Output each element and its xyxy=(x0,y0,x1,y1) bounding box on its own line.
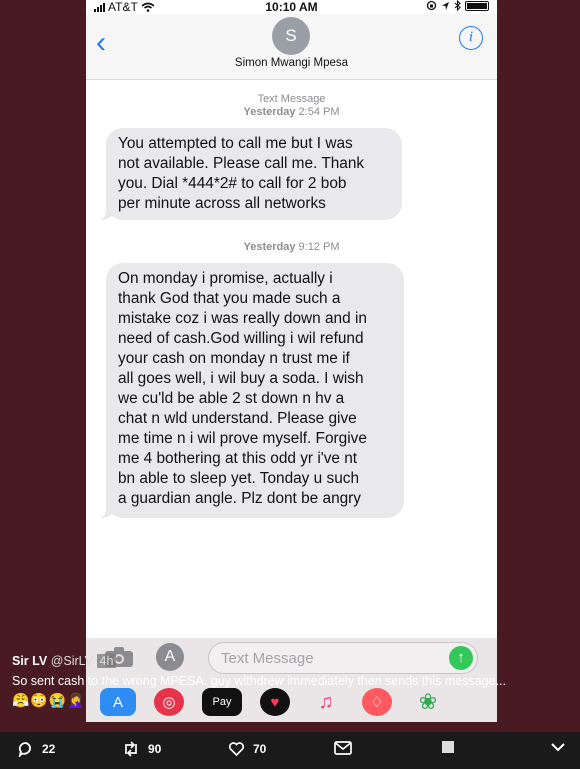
envelope-icon xyxy=(334,741,352,755)
reply-button[interactable]: 22 xyxy=(18,741,55,757)
chevron-down-icon xyxy=(551,743,565,752)
message-text: On monday i promise, actually i thank Go… xyxy=(118,270,367,507)
timestamp-second: Yesterday 9:12 PM xyxy=(243,241,340,253)
send-button[interactable]: ↑ xyxy=(449,646,473,670)
app-store-app-icon[interactable]: A xyxy=(100,688,136,716)
pinwheel-icon[interactable]: ❀ xyxy=(410,688,446,716)
location-icon xyxy=(442,1,449,10)
message-bubble[interactable]: On monday i promise, actually i thank Go… xyxy=(96,263,404,519)
contact-avatar[interactable]: S xyxy=(272,17,310,55)
contact-name[interactable]: Simon Mwangi Mpesa xyxy=(86,57,497,69)
status-bar: AT&T 10:10 AM xyxy=(86,0,497,14)
retweet-icon xyxy=(125,741,137,757)
retweet-button[interactable]: 90 xyxy=(122,741,161,757)
app-store-icon[interactable]: A xyxy=(156,643,184,671)
square-icon xyxy=(442,741,454,753)
tweet-author-name[interactable]: Sir LV xyxy=(12,654,47,668)
heart-icon xyxy=(228,742,245,757)
message-input-placeholder: Text Message xyxy=(221,650,314,667)
tweet-action-bar: 22 90 70 xyxy=(0,732,580,769)
digital-touch-icon[interactable]: ♥ xyxy=(260,688,290,716)
back-chevron-icon[interactable]: ‹ xyxy=(96,28,106,58)
app-drawer: A ◎ Pay ♥ ♫ ♢ ❀ xyxy=(100,688,446,716)
apple-pay-icon[interactable]: Pay xyxy=(202,688,242,716)
more-options-button[interactable] xyxy=(550,741,566,753)
retweet-count: 90 xyxy=(148,742,162,756)
message-input[interactable]: Text Message ↑ xyxy=(208,642,478,674)
lock-rotation-icon xyxy=(426,0,437,11)
airbnb-icon[interactable]: ♢ xyxy=(362,688,392,716)
reply-icon xyxy=(18,742,31,757)
like-count: 70 xyxy=(253,742,267,756)
bluetooth-icon xyxy=(454,0,461,11)
conversation-header: ‹ S Simon Mwangi Mpesa i xyxy=(86,14,497,80)
music-icon[interactable]: ♫ xyxy=(308,688,344,716)
tweet-time[interactable]: 4h xyxy=(96,654,117,668)
message-type-label: Text Message xyxy=(257,93,326,105)
message-button[interactable] xyxy=(334,741,352,755)
phone-screenshot: AT&T 10:10 AM ‹ S Simon Mwangi Mpesa i T… xyxy=(86,0,497,722)
info-icon[interactable]: i xyxy=(459,26,483,50)
search-images-icon[interactable]: ◎ xyxy=(154,688,184,716)
message-text: You attempted to call me but I was not a… xyxy=(118,135,365,212)
battery-icon xyxy=(465,0,489,11)
tweet-author-line: Sir LV @SirLV 4h xyxy=(12,654,117,668)
tweet-text: So sent cash to the wrong MPESA. guy wit… xyxy=(12,674,506,688)
reply-count: 22 xyxy=(42,742,56,756)
share-button[interactable] xyxy=(442,741,454,753)
message-bubble[interactable]: You attempted to call me but I was not a… xyxy=(96,128,402,221)
tweet-emoji: 😤😳😭🤦‍♀️ xyxy=(12,692,86,708)
tweet-handle[interactable]: @SirLV xyxy=(51,654,93,668)
timestamp-first: Yesterday 2:54 PM xyxy=(243,106,340,118)
like-button[interactable]: 70 xyxy=(228,741,266,757)
